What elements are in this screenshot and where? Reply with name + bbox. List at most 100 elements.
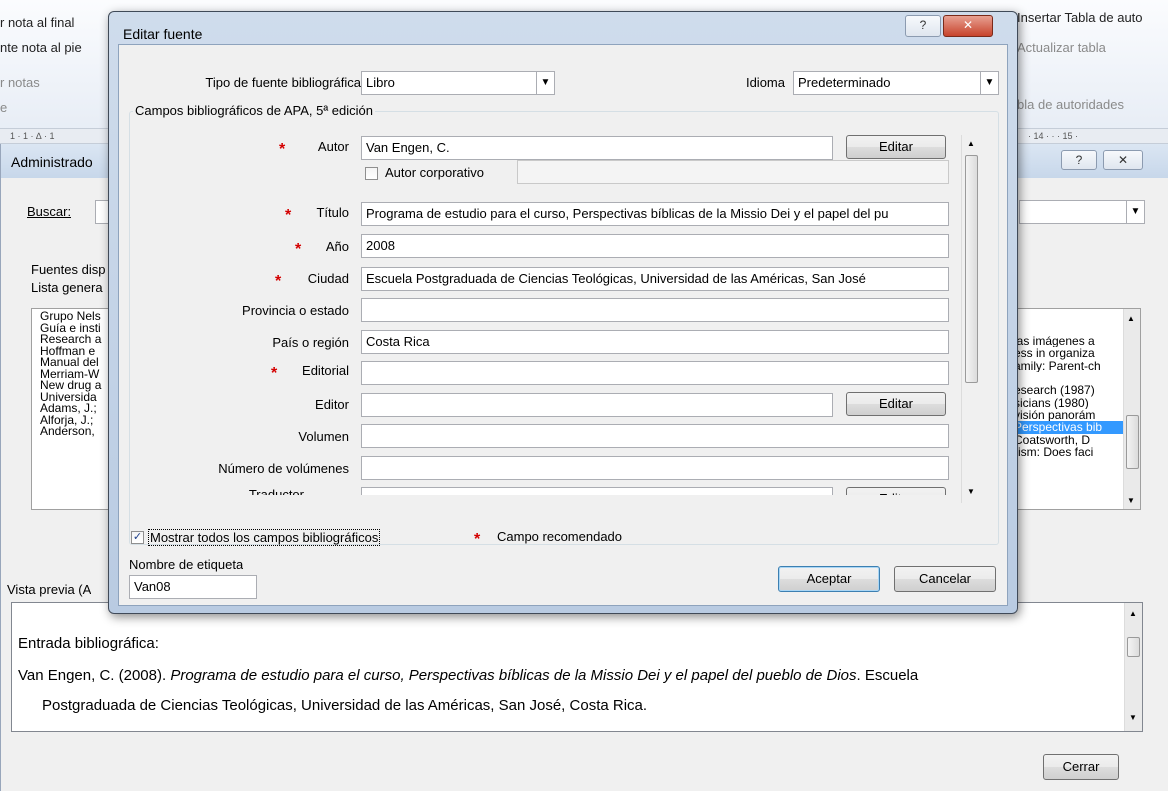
language-dropdown[interactable]: Predeterminado ▼	[793, 71, 999, 95]
editor-label: Editor	[315, 397, 349, 412]
preview-pane: Entrada bibliográfica: Van Engen, C. (20…	[11, 602, 1143, 732]
show-all-fields-label[interactable]: Mostrar todos los campos bibliográficos	[148, 529, 381, 546]
recommended-star-icon: *	[279, 141, 286, 158]
preview-line2: Postgraduada de Ciencias Teológicas, Uni…	[42, 697, 648, 714]
ribbon-table-of-authorities-group: bla de autoridades	[1017, 97, 1124, 112]
edit-source-dialog: Editar fuente ? ✕ Tipo de fuente bibliog…	[108, 11, 1018, 614]
ruler-left-marks: 1 · 1 · ∆ · 1	[10, 131, 55, 141]
available-sources-label: Fuentes disp	[31, 262, 106, 277]
preview-author-year: Van Engen, C. (2008).	[18, 667, 167, 684]
num-volumes-label: Número de volúmenes	[218, 461, 349, 476]
source-manager-title: Administrado	[11, 154, 93, 170]
list-item[interactable]: amily: Parent-ch	[1014, 360, 1124, 372]
corporate-author-checkbox[interactable]	[365, 167, 378, 180]
city-label: Ciudad	[307, 271, 349, 286]
corporate-author-field[interactable]	[517, 160, 949, 184]
editor-field[interactable]	[361, 393, 833, 417]
close-icon[interactable]: ✕	[1103, 150, 1143, 170]
num-volumes-field[interactable]	[361, 456, 949, 480]
ribbon-show-notes[interactable]: r notas	[0, 75, 40, 90]
close-icon[interactable]: ✕	[943, 15, 993, 37]
source-type-value: Libro	[366, 75, 395, 90]
tag-name-label: Nombre de etiqueta	[129, 557, 244, 572]
cancel-button[interactable]: Cancelar	[894, 566, 996, 592]
state-field[interactable]	[361, 298, 949, 322]
list-item[interactable]: esearch (1987)	[1014, 384, 1124, 396]
title-field[interactable]: Programa de estudio para el curso, Persp…	[361, 202, 949, 226]
list-item[interactable]: sicians (1980)	[1014, 397, 1124, 409]
preview-suffix: . Escuela	[856, 667, 919, 684]
ribbon-group-label: e	[0, 100, 8, 115]
scrollbar-thumb[interactable]	[1127, 637, 1140, 657]
preview-heading: Entrada bibliográfica:	[18, 635, 159, 652]
scrollbar-thumb[interactable]	[965, 155, 978, 383]
corporate-author-label: Autor corporativo	[385, 165, 484, 180]
list-item[interactable]: -ism: Does faci	[1014, 446, 1124, 458]
ribbon-insert-endnote[interactable]: r nota al final	[0, 15, 74, 30]
ribbon-update-table[interactable]: Actualizar tabla	[1017, 40, 1106, 55]
help-icon[interactable]: ?	[905, 15, 941, 37]
ribbon-insert-table-of-authorities[interactable]: Insertar Tabla de auto	[1017, 10, 1143, 25]
publisher-field[interactable]	[361, 361, 949, 385]
recommended-star-icon: *	[295, 241, 302, 258]
recommended-star-icon: *	[285, 207, 292, 224]
edit-author-button[interactable]: Editar	[846, 135, 946, 159]
translator-row-clip: Traductor Editar	[119, 485, 961, 495]
language-label: Idioma	[745, 75, 785, 90]
year-label: Año	[325, 239, 349, 254]
translator-field[interactable]	[361, 487, 833, 495]
ruler-right-marks: · 14 · · · 15 ·	[1028, 131, 1079, 141]
author-field[interactable]: Van Engen, C.	[361, 136, 833, 160]
recommended-star-icon: *	[275, 273, 282, 290]
close-button[interactable]: Cerrar	[1043, 754, 1119, 780]
volume-field[interactable]	[361, 424, 949, 448]
list-item[interactable]: ess in organiza	[1014, 347, 1124, 359]
scrollbar-thumb[interactable]	[1126, 415, 1139, 469]
list-item-selected[interactable]: Perspectivas bib	[1014, 421, 1124, 434]
dialog-body: Tipo de fuente bibliográfica Libro ▼ Idi…	[118, 44, 1008, 606]
title-label: Título	[316, 205, 349, 220]
chevron-down-icon: ▼	[980, 72, 998, 94]
tag-name-field[interactable]: Van08	[129, 575, 257, 599]
chevron-down-icon: ▼	[1126, 201, 1144, 223]
dialog-title: Editar fuente	[123, 26, 203, 42]
preview-label: Vista previa (A	[7, 582, 92, 597]
preview-scrollbar[interactable]: ▲ ▼	[1124, 603, 1142, 731]
list-item[interactable]: las imágenes a	[1014, 335, 1124, 347]
scroll-up-icon[interactable]: ▲	[967, 139, 975, 148]
scroll-up-icon[interactable]: ▲	[1127, 313, 1135, 325]
edit-editor-button[interactable]: Editar	[846, 392, 946, 416]
author-label: Autor	[317, 139, 349, 154]
language-value: Predeterminado	[798, 75, 891, 90]
ok-button[interactable]: Aceptar	[778, 566, 880, 592]
publisher-label: Editorial	[302, 363, 349, 378]
preview-title: Programa de estudio para el curso, Persp…	[170, 667, 857, 684]
edit-translator-button[interactable]: Editar	[846, 487, 946, 495]
scroll-down-icon[interactable]: ▼	[1129, 713, 1137, 722]
state-label: Provincia o estado	[242, 303, 349, 318]
list-item[interactable]: visión panorám	[1014, 409, 1124, 421]
volume-label: Volumen	[298, 429, 349, 444]
ribbon-next-footnote[interactable]: nte nota al pie	[0, 40, 82, 55]
group-label: Campos bibliográficos de APA, 5ª edición	[133, 103, 375, 118]
help-icon[interactable]: ?	[1061, 150, 1097, 170]
master-list-label: Lista genera	[31, 280, 103, 295]
year-field[interactable]: 2008	[361, 234, 949, 258]
chevron-down-icon: ▼	[536, 72, 554, 94]
show-all-fields-checkbox[interactable]: ✓	[131, 531, 144, 544]
scroll-up-icon[interactable]: ▲	[1129, 609, 1137, 618]
sort-dropdown[interactable]: ▼	[1019, 200, 1145, 224]
source-type-dropdown[interactable]: Libro ▼	[361, 71, 555, 95]
fields-scrollbar[interactable]: ▲ ▼	[961, 135, 981, 503]
recommended-field-label: Campo recomendado	[497, 529, 623, 544]
scroll-down-icon[interactable]: ▼	[1127, 495, 1135, 507]
city-field[interactable]: Escuela Postgraduada de Ciencias Teológi…	[361, 267, 949, 291]
country-field[interactable]: Costa Rica	[361, 330, 949, 354]
list-scrollbar[interactable]: ▲ ▼	[1123, 309, 1140, 509]
recommended-star-icon: *	[271, 365, 278, 382]
source-type-label: Tipo de fuente bibliográfica	[205, 75, 361, 90]
scroll-down-icon[interactable]: ▼	[967, 487, 975, 496]
country-label: País o región	[272, 335, 349, 350]
list-item[interactable]: Coatsworth, D	[1014, 434, 1124, 446]
recommended-star-icon: *	[474, 531, 481, 548]
